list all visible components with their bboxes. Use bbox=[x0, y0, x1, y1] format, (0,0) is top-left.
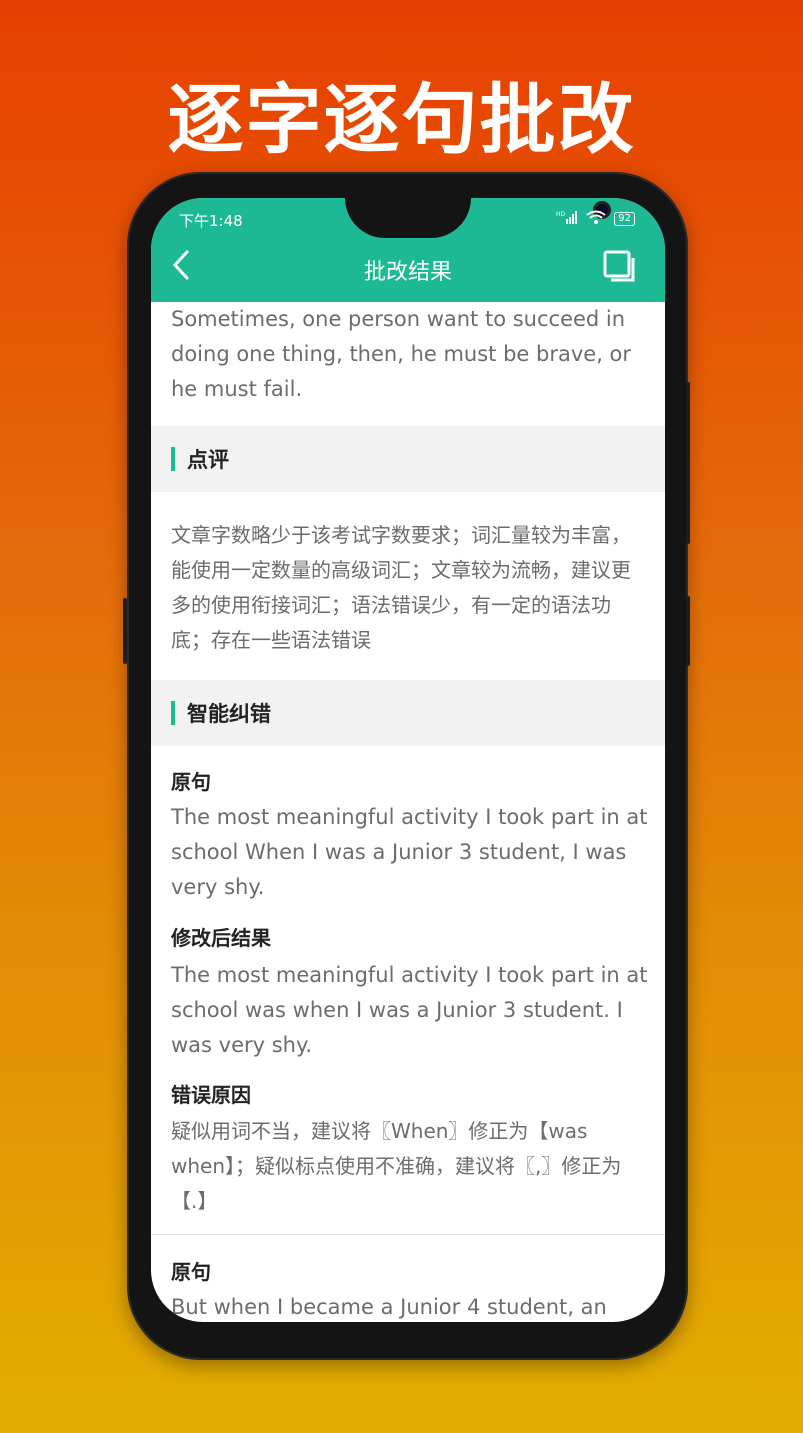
status-icons: HD 92 bbox=[556, 210, 635, 227]
page-title: 批改结果 bbox=[363, 260, 452, 285]
phone-side-button bbox=[686, 596, 690, 666]
app-bar: 下午1:48 HD 92 批改结果 bbox=[151, 198, 665, 302]
original-label: 原句 bbox=[171, 1260, 211, 1284]
phone-side-button bbox=[123, 598, 127, 664]
original-sentence: But when I became a Junior 4 student, an bbox=[171, 1295, 607, 1319]
essay-excerpt: Sometimes, one person want to succeed in… bbox=[171, 307, 632, 401]
review-text: 文章字数略少于该考试字数要求；词汇量较为丰富，能使用一定数量的高级词汇；文章较为… bbox=[171, 523, 631, 652]
copy-icon[interactable] bbox=[603, 250, 635, 282]
section-review-title: 点评 bbox=[187, 448, 229, 472]
section-corrections: 智能纠错 bbox=[151, 680, 665, 746]
result-content: Sometimes, one person want to succeed in… bbox=[151, 302, 665, 1322]
phone-screen: 下午1:48 HD 92 批改结果 Sometimes, one person … bbox=[151, 198, 665, 1322]
status-time: 下午1:48 bbox=[179, 212, 243, 230]
revised-sentence: The most meaningful activity I took part… bbox=[171, 963, 648, 1057]
camera-notch bbox=[345, 198, 611, 238]
section-marker bbox=[171, 447, 175, 471]
original-label: 原句 bbox=[171, 770, 211, 794]
section-review: 点评 bbox=[151, 426, 665, 492]
item-divider bbox=[151, 1234, 665, 1235]
section-corrections-title: 智能纠错 bbox=[187, 702, 271, 726]
svg-text:HD: HD bbox=[556, 211, 566, 218]
phone-side-button bbox=[686, 382, 690, 544]
section-marker bbox=[171, 701, 175, 725]
original-sentence: The most meaningful activity I took part… bbox=[171, 805, 648, 899]
signal-icon: HD bbox=[556, 210, 578, 227]
revised-label: 修改后结果 bbox=[171, 926, 271, 950]
wifi-icon bbox=[586, 210, 606, 227]
battery-icon: 92 bbox=[614, 211, 635, 226]
reason-label: 错误原因 bbox=[171, 1083, 251, 1107]
promo-headline: 逐字逐句批改 bbox=[167, 75, 636, 164]
error-reason: 疑似用词不当，建议将〖When〗修正为【was when】；疑似标点使用不准确，… bbox=[171, 1119, 622, 1213]
